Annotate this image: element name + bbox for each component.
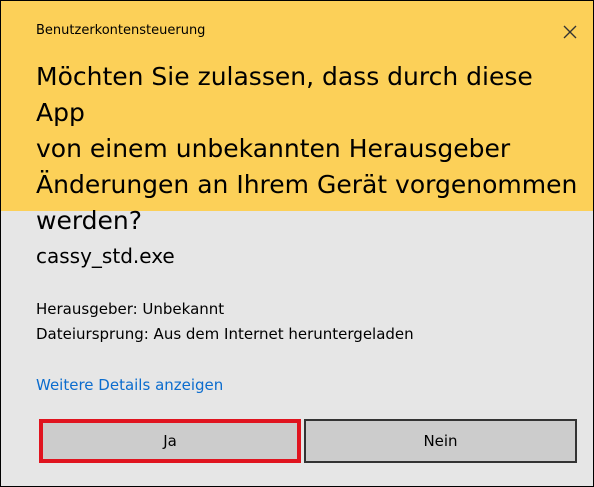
no-button[interactable]: Nein bbox=[304, 419, 577, 463]
close-button[interactable] bbox=[557, 19, 583, 45]
dialog-header: Benutzerkontensteuerung Möchten Sie zula… bbox=[1, 1, 593, 235]
publisher-info: Herausgeber: Unbekannt bbox=[36, 300, 225, 318]
uac-dialog: Benutzerkontensteuerung Möchten Sie zula… bbox=[0, 0, 594, 487]
yes-button[interactable]: Ja bbox=[39, 419, 301, 463]
file-origin-info: Dateiursprung: Aus dem Internet herunter… bbox=[36, 325, 414, 343]
app-name: cassy_std.exe bbox=[36, 244, 175, 268]
close-icon bbox=[563, 25, 577, 39]
window-title: Benutzerkontensteuerung bbox=[36, 23, 206, 38]
show-more-details-link[interactable]: Weitere Details anzeigen bbox=[36, 376, 223, 394]
dialog-question: Möchten Sie zulassen, dass durch diese A… bbox=[36, 62, 578, 235]
